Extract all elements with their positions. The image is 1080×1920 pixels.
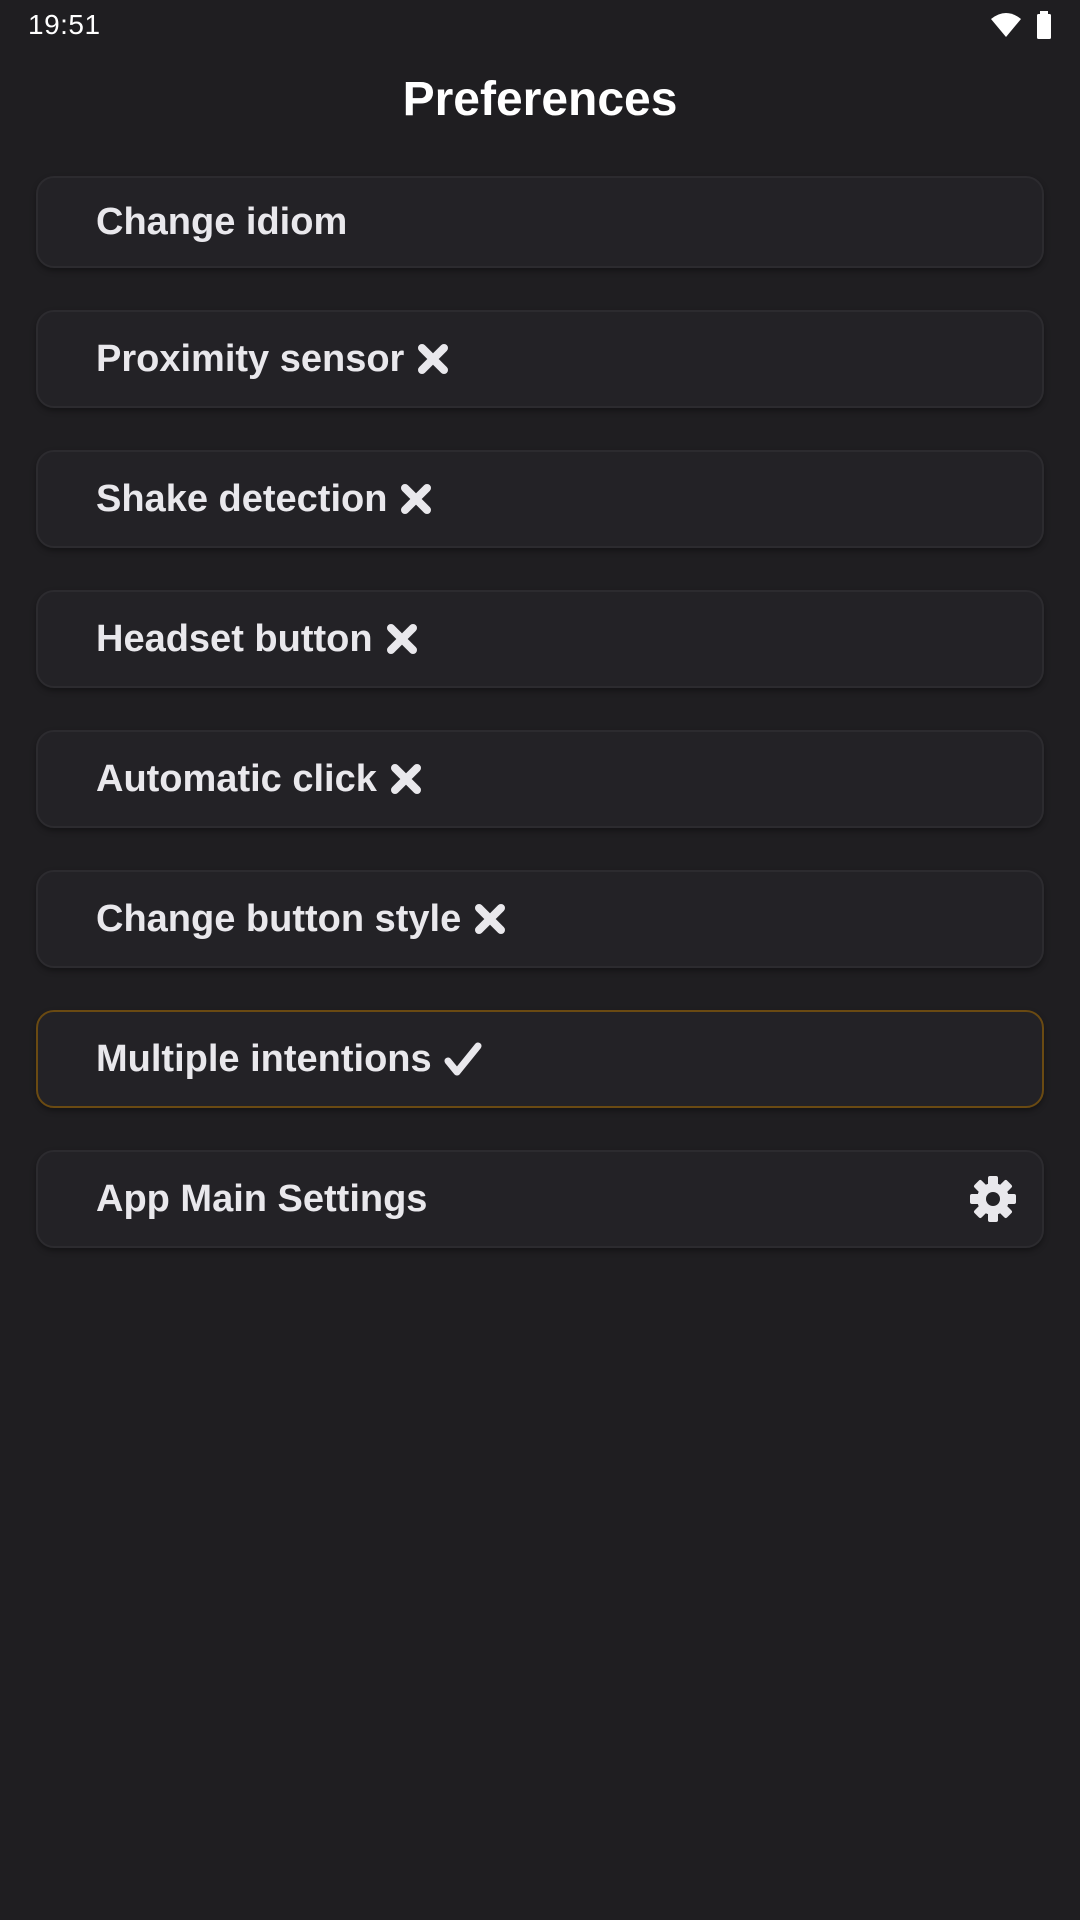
pref-label: Headset button — [96, 617, 373, 660]
pref-label: Multiple intentions — [96, 1037, 432, 1080]
check-icon — [444, 1042, 482, 1076]
pref-label: Automatic click — [96, 757, 377, 800]
pref-label: Change idiom — [96, 200, 348, 243]
wifi-icon — [990, 12, 1022, 38]
pref-automatic-click[interactable]: Automatic click — [36, 730, 1044, 828]
cross-icon — [399, 482, 433, 516]
pref-label: Shake detection — [96, 477, 388, 520]
pref-change-idiom[interactable]: Change idiom — [36, 176, 1044, 268]
pref-label: App Main Settings — [96, 1177, 428, 1220]
pref-proximity-sensor[interactable]: Proximity sensor — [36, 310, 1044, 408]
gear-icon — [968, 1174, 1018, 1224]
pref-headset-button[interactable]: Headset button — [36, 590, 1044, 688]
cross-icon — [473, 902, 507, 936]
pref-app-main-settings[interactable]: App Main Settings — [36, 1150, 1044, 1248]
status-bar: 19:51 — [0, 0, 1080, 50]
cross-icon — [389, 762, 423, 796]
cross-icon — [385, 622, 419, 656]
pref-change-button-style[interactable]: Change button style — [36, 870, 1044, 968]
pref-shake-detection[interactable]: Shake detection — [36, 450, 1044, 548]
page-title: Preferences — [402, 73, 678, 126]
pref-label: Change button style — [96, 897, 462, 940]
battery-icon — [1036, 11, 1052, 39]
status-icons — [990, 10, 1052, 40]
pref-multiple-intentions[interactable]: Multiple intentions — [36, 1010, 1044, 1108]
status-time: 19:51 — [28, 9, 101, 40]
cross-icon — [416, 342, 450, 376]
pref-label: Proximity sensor — [96, 337, 405, 380]
